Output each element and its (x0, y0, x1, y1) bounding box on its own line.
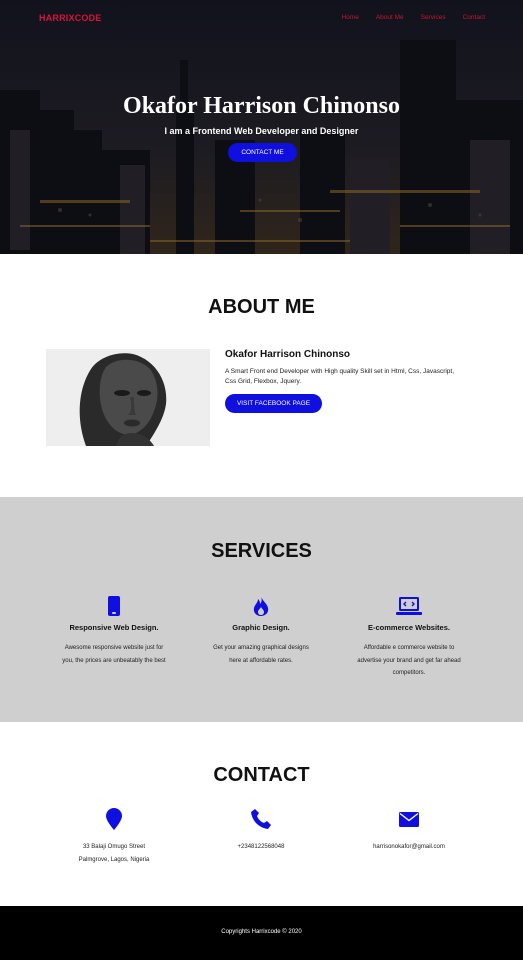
contact-address: 33 Balaji Omugo Street Palmgrove, Lagos,… (39, 808, 189, 866)
contact-title: CONTACT (213, 764, 310, 786)
map-marker-icon (39, 808, 189, 830)
nav-links: Home About Me Services Contact (324, 14, 485, 21)
about-name: Okafor Harrison Chinonso (225, 349, 351, 360)
service-title: Responsive Web Design. (69, 623, 159, 632)
service-card-responsive: Responsive Web Design. Awesome responsiv… (39, 595, 189, 667)
phone-text[interactable]: +2348122568048 (186, 841, 336, 854)
top-navbar: HARRIXCODE Home About Me Services Contac… (0, 0, 523, 36)
hero-section: HARRIXCODE Home About Me Services Contac… (0, 0, 523, 254)
fire-icon (186, 595, 336, 617)
nav-link-contact[interactable]: Contact (463, 14, 485, 21)
about-title: ABOUT ME (208, 296, 315, 318)
profile-photo (46, 349, 210, 446)
copyright-text: Copyrights Harrixcode © 2020 (221, 929, 302, 935)
contact-email: harrisonokafor@gmail.com (334, 808, 484, 854)
envelope-icon (334, 808, 484, 830)
about-section: ABOUT ME Okafor Harrison Chinonso A Smar… (0, 254, 523, 497)
visit-facebook-button[interactable]: VISIT FACEBOOK PAGE (225, 394, 322, 413)
nav-link-services[interactable]: Services (421, 14, 446, 21)
phone-icon (186, 808, 336, 830)
contact-phone: +2348122568048 (186, 808, 336, 854)
contact-section: CONTACT 33 Balaji Omugo Street Palmgrove… (0, 722, 523, 906)
services-section: SERVICES Responsive Web Design. Awesome … (0, 497, 523, 722)
service-description: Awesome responsive website just for you,… (62, 645, 166, 664)
service-description: Affordable e commerce website to adverti… (357, 645, 461, 676)
service-description: Get your amazing graphical designs here … (213, 645, 309, 664)
service-card-ecommerce: E-commerce Websites. Affordable e commer… (334, 595, 484, 680)
about-description: A Smart Front end Developer with High qu… (225, 368, 455, 385)
mobile-icon (39, 595, 189, 617)
footer: Copyrights Harrixcode © 2020 (0, 906, 523, 960)
email-text[interactable]: harrisonokafor@gmail.com (334, 841, 484, 854)
nav-link-about[interactable]: About Me (376, 14, 404, 21)
service-title: E-commerce Websites. (368, 623, 450, 632)
laptop-code-icon (334, 595, 484, 617)
address-text: 33 Balaji Omugo Street Palmgrove, Lagos,… (78, 844, 150, 863)
service-title: Graphic Design. (232, 623, 290, 632)
hero-title: Okafor Harrison Chinonso (123, 93, 400, 119)
services-title: SERVICES (211, 540, 312, 562)
contact-me-button[interactable]: CONTACT ME (228, 143, 297, 162)
hero-subtitle: I am a Frontend Web Developer and Design… (164, 126, 359, 136)
nav-link-home[interactable]: Home (341, 14, 358, 21)
brand-logo[interactable]: HARRIXCODE (39, 13, 102, 23)
service-card-graphic: Graphic Design. Get your amazing graphic… (186, 595, 336, 667)
